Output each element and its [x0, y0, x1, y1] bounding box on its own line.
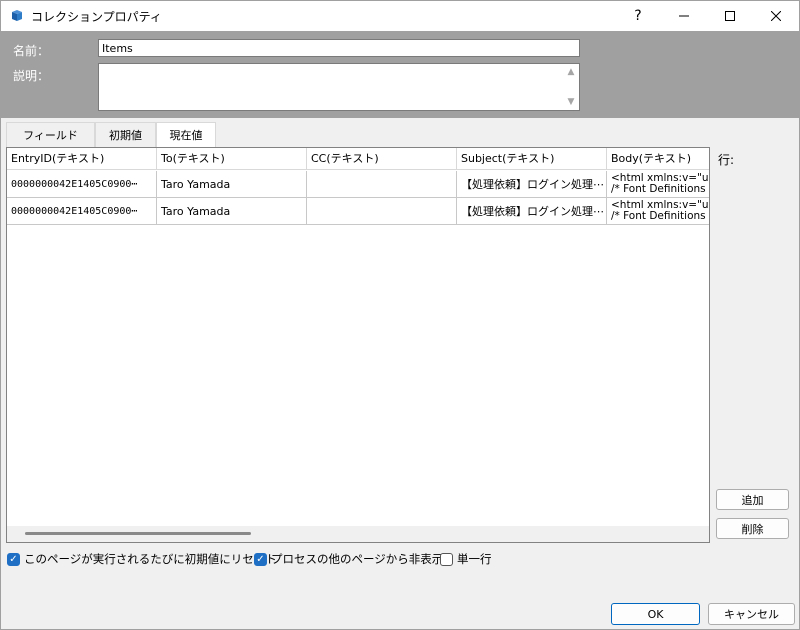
window-title: コレクションプロパティ	[31, 10, 162, 24]
collection-properties-dialog: コレクションプロパティ ? 名前： 説明： ▲ ▼ フィールド 初期値 現在値 …	[0, 0, 800, 630]
name-input[interactable]	[98, 39, 580, 57]
cell-body[interactable]: <html xmlns:v="urr /* Font Definitions	[607, 171, 709, 198]
reset-on-run-checkbox[interactable]: ✓ このページが実行されるたびに初期値にリセット	[7, 551, 277, 567]
maximize-button[interactable]	[707, 1, 753, 31]
cell-to[interactable]: Taro Yamada	[157, 171, 307, 198]
checkbox-unchecked-icon[interactable]	[440, 552, 453, 566]
maximize-icon	[725, 11, 735, 21]
column-header-body[interactable]: Body(テキスト)	[607, 148, 709, 170]
cell-to[interactable]: Taro Yamada	[157, 198, 307, 225]
cell-body-line2: /* Font Definitions	[611, 210, 706, 222]
reset-on-run-label: このページが実行されるたびに初期値にリセット	[24, 552, 277, 566]
minimize-icon	[679, 15, 689, 17]
single-row-label: 単一行	[457, 552, 492, 566]
close-icon	[771, 11, 781, 21]
cell-cc[interactable]	[307, 198, 457, 225]
hide-from-other-pages-label: プロセスの他のページから非表示	[271, 552, 444, 566]
horizontal-scroll-thumb[interactable]	[25, 532, 251, 535]
cell-entryid[interactable]: 0000000042E1405C0900⋯	[7, 171, 157, 198]
scroll-down-arrow-icon[interactable]: ▼	[566, 97, 576, 107]
title-bar: コレクションプロパティ ?	[1, 1, 799, 31]
checkbox-checked-icon[interactable]: ✓	[7, 552, 20, 566]
help-button[interactable]: ?	[615, 1, 661, 31]
horizontal-scrollbar[interactable]	[7, 526, 709, 542]
checkbox-checked-icon[interactable]: ✓	[254, 552, 267, 566]
cell-entryid[interactable]: 0000000042E1405C0900⋯	[7, 198, 157, 225]
current-values-grid[interactable]: EntryID(テキスト) To(テキスト) CC(テキスト) Subject(…	[6, 147, 710, 543]
tab-fields[interactable]: フィールド	[6, 122, 95, 147]
description-label: 説明：	[13, 69, 50, 83]
description-textarea[interactable]: ▲ ▼	[98, 63, 580, 111]
cell-subject[interactable]: 【処理依頼】ログイン処理⋯	[457, 198, 607, 225]
cell-cc[interactable]	[307, 171, 457, 198]
add-row-button[interactable]: 追加	[716, 489, 789, 510]
close-button[interactable]	[753, 1, 799, 31]
column-header-entryid[interactable]: EntryID(テキスト)	[7, 148, 157, 170]
tab-strip: フィールド 初期値 現在値	[6, 122, 216, 147]
column-header-subject[interactable]: Subject(テキスト)	[457, 148, 607, 170]
hide-from-other-pages-checkbox[interactable]: ✓ プロセスの他のページから非表示	[254, 551, 443, 567]
rows-label: 行:	[718, 153, 735, 167]
delete-row-button[interactable]: 削除	[716, 518, 789, 539]
cell-subject[interactable]: 【処理依頼】ログイン処理⋯	[457, 171, 607, 198]
cancel-button[interactable]: キャンセル	[708, 603, 795, 625]
cell-body-line2: /* Font Definitions	[611, 183, 706, 195]
tab-initial-values[interactable]: 初期値	[95, 122, 156, 147]
app-icon	[12, 10, 22, 21]
grid-header-row: EntryID(テキスト) To(テキスト) CC(テキスト) Subject(…	[7, 148, 709, 170]
ok-button[interactable]: OK	[611, 603, 700, 625]
name-label: 名前：	[13, 44, 50, 58]
single-row-checkbox[interactable]: 単一行	[440, 551, 492, 567]
minimize-button[interactable]	[661, 1, 707, 31]
cell-body[interactable]: <html xmlns:v="urr /* Font Definitions	[607, 198, 709, 225]
column-header-cc[interactable]: CC(テキスト)	[307, 148, 457, 170]
table-row[interactable]: 0000000042E1405C0900⋯ Taro Yamada 【処理依頼】…	[7, 198, 709, 225]
column-header-to[interactable]: To(テキスト)	[157, 148, 307, 170]
scroll-up-arrow-icon[interactable]: ▲	[566, 67, 576, 77]
table-row[interactable]: 0000000042E1405C0900⋯ Taro Yamada 【処理依頼】…	[7, 171, 709, 198]
tab-current-values[interactable]: 現在値	[156, 122, 216, 147]
properties-header: 名前： 説明： ▲ ▼	[1, 31, 799, 118]
